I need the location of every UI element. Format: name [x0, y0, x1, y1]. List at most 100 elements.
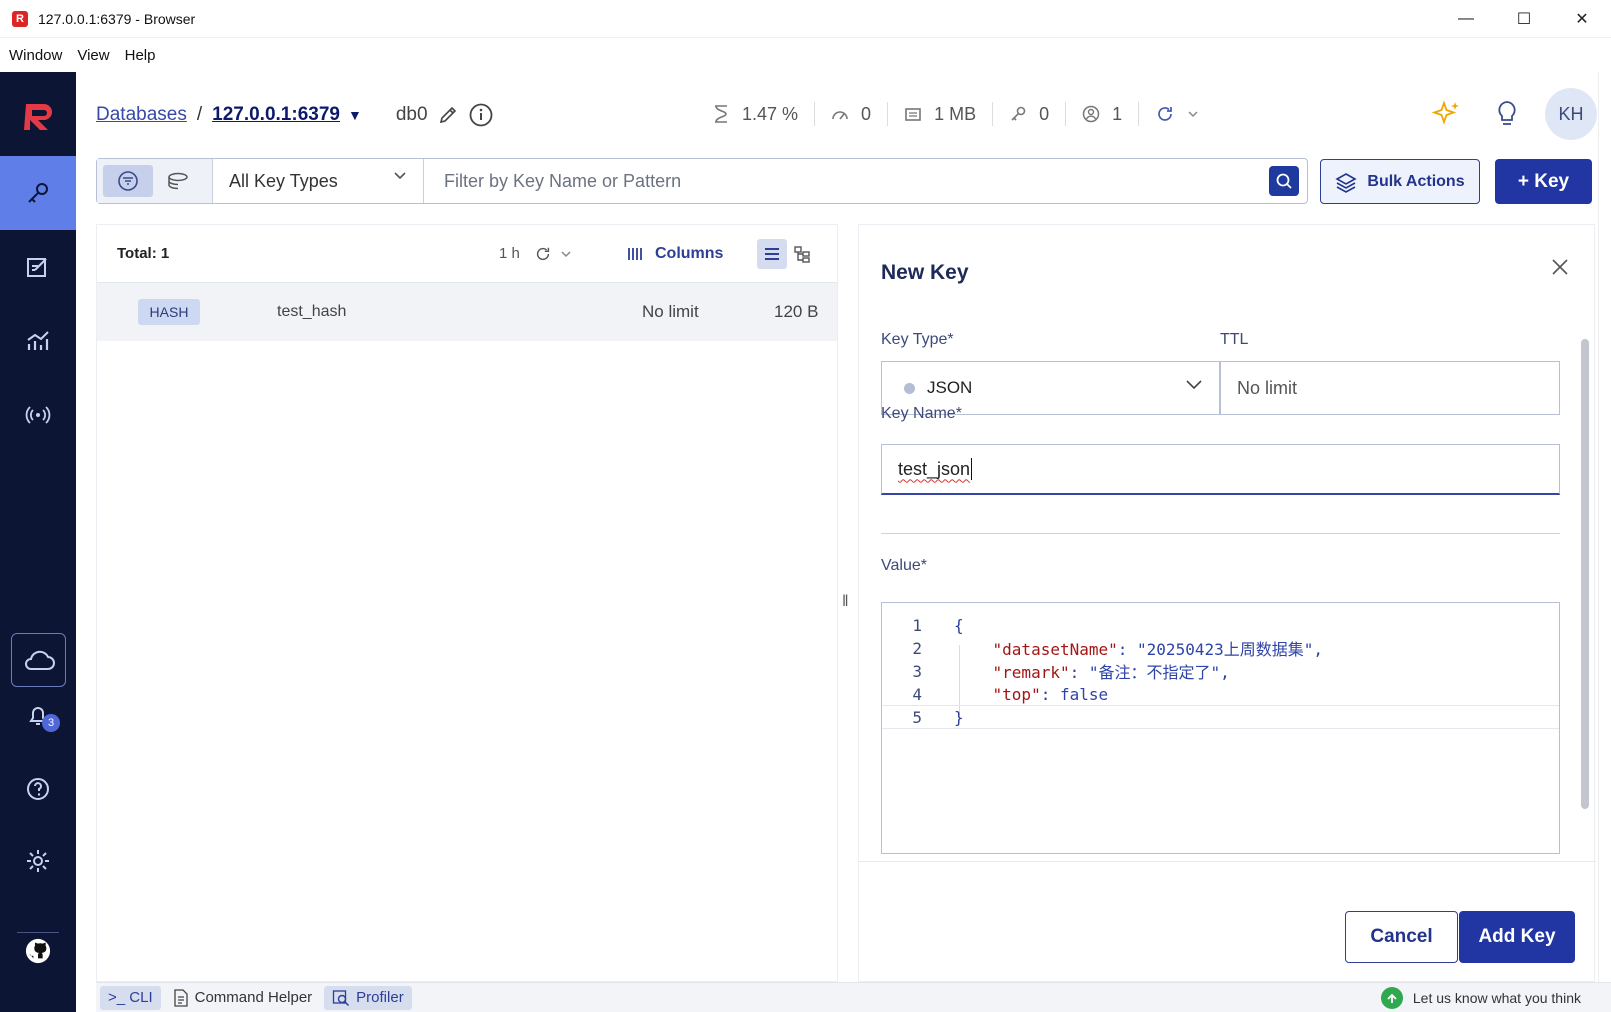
columns-button[interactable]: Columns — [627, 245, 723, 263]
code-token: false — [1059, 684, 1109, 704]
command-helper-button[interactable]: Command Helper — [165, 986, 321, 1010]
panel-scrollbar[interactable] — [1579, 329, 1589, 839]
menu-help[interactable]: Help — [125, 47, 156, 64]
code-line: 1{ — [882, 613, 1559, 637]
cli-label: >_ CLI — [108, 989, 153, 1006]
minimize-button[interactable]: — — [1437, 0, 1495, 38]
cloud-icon — [24, 650, 55, 670]
databases-link[interactable]: Databases — [96, 104, 187, 126]
key-type-color-dot — [904, 382, 915, 394]
redis-logo-icon[interactable] — [18, 96, 58, 136]
value-label: Value* — [881, 557, 927, 574]
bulk-actions-button[interactable]: Bulk Actions — [1320, 159, 1480, 204]
scrollbar-thumb[interactable] — [1581, 339, 1589, 809]
code-line: 4 "top": false — [882, 682, 1559, 706]
page-header: Databases / 127.0.0.1:6379 ▼ db0 1.47 % … — [76, 72, 1611, 158]
database-dropdown-icon[interactable]: ▼ — [348, 107, 362, 123]
edit-db-pencil-icon[interactable] — [438, 105, 458, 125]
nav-pubsub-button[interactable] — [0, 378, 76, 452]
line-number: 1 — [912, 615, 922, 635]
insights-button[interactable] — [1485, 92, 1529, 136]
filter-bar: All Key Types Filter by Key Name or Patt… — [96, 158, 1308, 204]
code-token: "remark" — [992, 663, 1070, 682]
tree-icon — [794, 245, 810, 263]
new-key-panel: New Key Key Type* TTL JSON No limit Key … — [858, 224, 1596, 982]
breadcrumb-separator: / — [196, 104, 203, 125]
line-number: 4 — [912, 684, 922, 704]
database-info-icon[interactable] — [468, 102, 494, 128]
analytics-icon — [27, 331, 49, 350]
key-name-input[interactable]: test_json — [881, 444, 1560, 495]
nav-analytics-button[interactable] — [0, 304, 76, 378]
nav-notifications-button[interactable] — [0, 678, 76, 752]
chevron-down-icon — [394, 172, 406, 180]
json-value-editor[interactable]: 1{2 "datasetName": "20250423上周数据集", 3 "re… — [881, 602, 1560, 854]
refresh-icon[interactable] — [1155, 104, 1175, 124]
auto-refresh-stat[interactable] — [1139, 102, 1227, 126]
close-icon[interactable] — [1548, 255, 1572, 279]
code-token: "备注：不指定了" — [1088, 663, 1221, 682]
submit-add-key-button[interactable]: Add Key — [1459, 911, 1575, 963]
user-avatar[interactable]: KH — [1545, 88, 1597, 140]
add-key-button[interactable]: + Key — [1495, 159, 1592, 204]
nav-help-button[interactable] — [0, 752, 76, 826]
sparkle-icon — [1432, 100, 1459, 125]
feedback-link[interactable]: Let us know what you think — [1380, 987, 1581, 1009]
last-refresh: 1 h — [499, 245, 572, 263]
panel-resize-handle[interactable]: ‖ — [842, 593, 852, 613]
close-window-button[interactable]: ✕ — [1553, 0, 1611, 38]
current-database-link[interactable]: 127.0.0.1:6379 — [212, 104, 340, 126]
code-line: 5} — [882, 705, 1559, 729]
table-row[interactable]: HASH test_hash No limit 120 B — [97, 283, 837, 341]
key-filter-input[interactable]: Filter by Key Name or Pattern — [424, 159, 1307, 203]
search-icon — [1276, 173, 1292, 189]
cancel-button[interactable]: Cancel — [1345, 911, 1458, 963]
key-type-select[interactable]: All Key Types — [213, 159, 424, 203]
cpu-value: 1.47 % — [742, 103, 799, 124]
broadcast-icon — [25, 406, 51, 424]
list-view-button[interactable] — [757, 238, 787, 269]
key-name-label: Key Name* — [881, 405, 962, 422]
key-type-select-value: All Key Types — [229, 170, 338, 191]
ai-sparkle-button[interactable] — [1425, 92, 1469, 136]
key-icon — [28, 183, 48, 203]
search-button[interactable] — [1269, 166, 1299, 196]
ttl-input[interactable]: No limit — [1220, 361, 1560, 415]
profiler-button[interactable]: Profiler — [324, 985, 412, 1010]
refresh-icon[interactable] — [534, 245, 552, 263]
hourglass-icon — [715, 105, 727, 123]
code-text: "datasetName": "20250423上周数据集", — [954, 636, 1323, 660]
clients-stat: 1 — [1066, 102, 1140, 126]
code-line: 2 "datasetName": "20250423上周数据集", — [882, 636, 1559, 660]
cpu-stat: 1.47 % — [696, 102, 816, 126]
code-token: "top" — [992, 684, 1041, 704]
search-index-mode-button[interactable] — [153, 165, 203, 197]
code-token: : — [1040, 684, 1060, 704]
gear-icon — [27, 850, 49, 872]
menu-window[interactable]: Window — [9, 47, 62, 64]
nav-workbench-button[interactable] — [0, 230, 76, 304]
bottom-bar: >_ CLI Command Helper Profiler Let us kn… — [96, 982, 1611, 1012]
memory-value: 1 MB — [934, 103, 977, 124]
menu-bar: Window View Help — [0, 38, 1611, 72]
nav-browser-button[interactable] — [0, 156, 76, 230]
key-small-icon — [1011, 106, 1026, 121]
search-index-icon — [168, 172, 188, 190]
keys-stat: 0 — [993, 102, 1067, 126]
database-stats: 1.47 % 0 1 MB 0 1 — [696, 102, 1227, 126]
menu-view[interactable]: View — [77, 47, 109, 64]
cli-button[interactable]: >_ CLI — [100, 985, 161, 1010]
tree-view-button[interactable] — [787, 239, 817, 269]
chevron-down-icon[interactable] — [1187, 110, 1199, 118]
filter-mode-button[interactable] — [103, 165, 153, 197]
bulk-actions-label: Bulk Actions — [1367, 172, 1465, 190]
filter-icon — [118, 171, 138, 191]
maximize-button[interactable]: ☐ — [1495, 0, 1553, 38]
code-token: , — [1313, 640, 1324, 659]
chevron-down-icon[interactable] — [560, 250, 572, 258]
nav-github-button[interactable] — [0, 914, 76, 988]
nav-settings-button[interactable] — [0, 824, 76, 898]
